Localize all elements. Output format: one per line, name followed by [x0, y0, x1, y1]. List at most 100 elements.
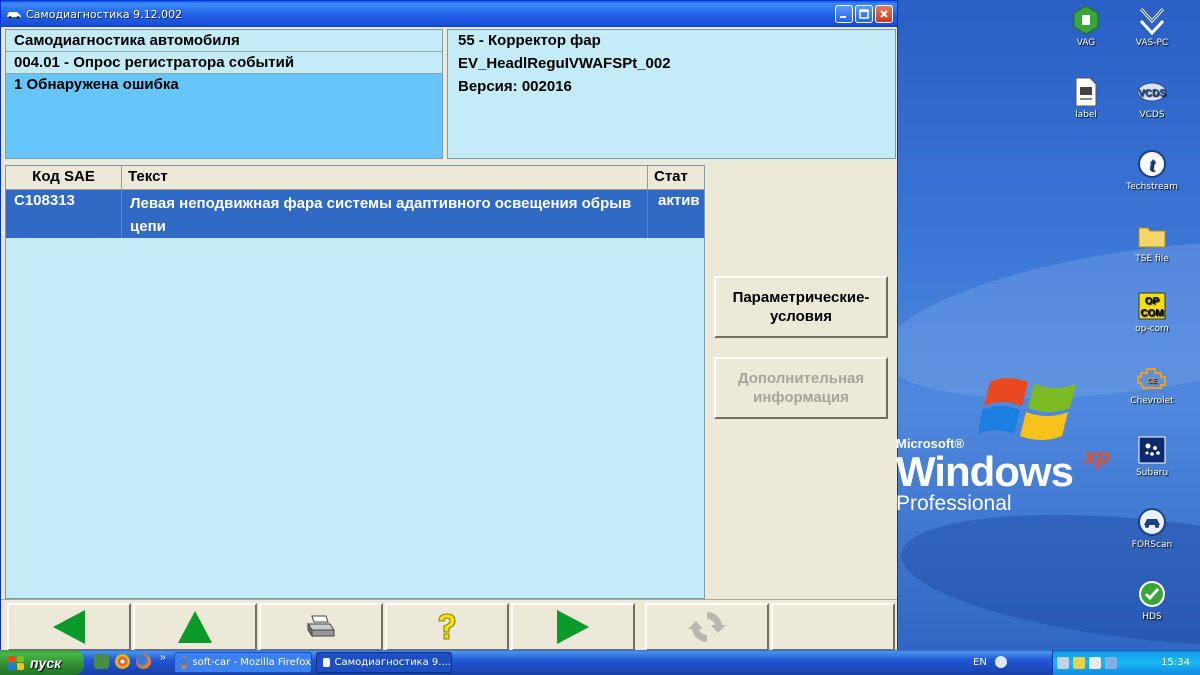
taskbar-item-diagnostics[interactable]: Самодиагностика 9....	[316, 652, 452, 673]
minimize-button[interactable]	[835, 5, 853, 23]
quick-launch	[94, 654, 151, 669]
control-unit-name: 55 - Корректор фар	[458, 32, 601, 49]
car-icon	[323, 658, 330, 667]
up-arrow-icon	[178, 611, 212, 643]
start-label: пуск	[30, 654, 62, 671]
vas-pc-icon	[1136, 4, 1168, 36]
svg-text:VCDS: VCDS	[1138, 88, 1166, 99]
techstream-icon: t	[1136, 148, 1168, 180]
task-label: soft-car - Mozilla Firefox	[192, 657, 311, 668]
svg-text:COM: COM	[1140, 308, 1163, 319]
control-unit-version: Версия: 002016	[458, 78, 572, 95]
firefox-icon[interactable]	[136, 654, 151, 669]
start-button[interactable]: пуск	[0, 650, 84, 675]
desktop-icon-label: VAS-PC	[1135, 38, 1169, 48]
desktop-icon-label: TSE file	[1135, 254, 1169, 264]
volume-icon[interactable]	[1089, 656, 1101, 669]
control-unit-info-panel: 55 - Корректор фар EV_HeadlReguIVWAFSPt_…	[447, 29, 896, 159]
windows-flag-icon	[978, 378, 1076, 440]
folder-icon	[1136, 220, 1168, 252]
printer-icon	[307, 615, 335, 638]
column-header-status[interactable]: Стат	[648, 166, 704, 190]
up-button[interactable]	[133, 603, 257, 651]
vag-icon	[1070, 4, 1102, 36]
taskbar: пуск » soft-car - Mozilla Firefox Самоди…	[0, 650, 1200, 675]
forscan-icon	[1136, 506, 1168, 538]
task-label: Самодиагностика 9....	[334, 657, 451, 668]
desktop-icon-label: FORScan	[1131, 540, 1173, 550]
desktop-icon-label: op-com	[1135, 324, 1169, 334]
car-icon	[6, 8, 22, 20]
network-icon[interactable]	[1057, 656, 1069, 669]
back-arrow-icon	[53, 610, 85, 644]
svg-text:CE: CE	[1147, 378, 1157, 385]
empty-toolbar-button[interactable]	[771, 603, 895, 651]
connection-icon[interactable]	[1105, 656, 1117, 669]
subaru-icon	[1136, 434, 1168, 466]
help-icon	[438, 613, 456, 640]
svg-text:OP: OP	[1145, 296, 1160, 307]
desktop-icon-label: HDS	[1142, 612, 1162, 622]
desktop-icon-label: Techstream	[1126, 182, 1178, 192]
show-desktop-icon[interactable]	[94, 654, 109, 669]
additional-info-button[interactable]: Дополнительная информация	[714, 357, 888, 419]
windows-xp-logo: Microsoft® Windows xp Professional	[896, 372, 1136, 515]
table-row[interactable]: C108313 Левая неподвижная фара системы а…	[6, 190, 704, 238]
engine-check-icon: CE	[1136, 362, 1168, 394]
tray-expand-icon[interactable]	[995, 656, 1007, 668]
firefox-icon	[181, 656, 188, 669]
desktop-icon-techstream[interactable]: t Techstream	[1116, 148, 1188, 192]
desktop-icon-hds[interactable]: HDS	[1116, 578, 1188, 622]
language-indicator[interactable]: EN	[973, 657, 987, 668]
side-button-panel: Параметрические- условия Дополнительная …	[706, 165, 897, 599]
op-com-icon: OP COM	[1136, 290, 1168, 322]
document-icon	[1070, 76, 1102, 108]
security-icon[interactable]	[1073, 656, 1085, 669]
column-header-text[interactable]: Текст	[122, 166, 648, 190]
back-button[interactable]	[7, 603, 131, 651]
desktop-icon-op-com[interactable]: OP COM op-com	[1116, 290, 1188, 334]
diagnostics-window: Самодиагностика 9.12.002 Самодиагностика…	[0, 0, 898, 651]
title-bar[interactable]: Самодиагностика 9.12.002	[1, 1, 897, 27]
refresh-button[interactable]	[645, 603, 769, 651]
forward-arrow-icon	[557, 610, 589, 644]
desktop-icon-vag[interactable]: VAG	[1050, 4, 1122, 48]
window-title: Самодиагностика 9.12.002	[26, 7, 183, 21]
taskbar-item-firefox[interactable]: soft-car - Mozilla Firefox	[174, 652, 312, 673]
vcds-icon: VCDS	[1136, 76, 1168, 108]
print-button[interactable]	[259, 603, 383, 651]
forward-button[interactable]	[511, 603, 635, 651]
clock[interactable]: 15:34	[1161, 657, 1190, 668]
fault-code: C108313	[6, 190, 122, 238]
chrome-icon[interactable]	[115, 654, 130, 669]
windows-text: Windows	[896, 448, 1074, 495]
desktop-icon-vas-pc[interactable]: VAS-PC	[1116, 4, 1188, 48]
diagnostic-path-panel: Самодиагностика автомобиля 004.01 - Опро…	[5, 29, 443, 159]
path-line-3[interactable]: 1 Обнаружена ошибка	[6, 74, 442, 158]
close-button[interactable]	[875, 5, 893, 23]
fault-table: Код SAE Текст Стат C108313 Левая неподви…	[5, 165, 705, 599]
table-header: Код SAE Текст Стат	[6, 166, 704, 190]
bottom-toolbar	[1, 599, 897, 651]
maximize-button[interactable]	[855, 5, 873, 23]
quick-launch-more-icon[interactable]: »	[160, 652, 166, 663]
xp-text: xp	[1084, 444, 1110, 469]
path-line-1: Самодиагностика автомобиля	[6, 30, 442, 52]
help-button[interactable]	[385, 603, 509, 651]
column-header-code[interactable]: Код SAE	[6, 166, 122, 190]
desktop-icon-forscan[interactable]: FORScan	[1116, 506, 1188, 550]
edition-text: Professional	[896, 492, 1012, 515]
refresh-icon	[688, 611, 726, 643]
desktop-icon-label: Chevrolet	[1130, 396, 1174, 406]
parametric-conditions-label: Параметрические- условия	[732, 289, 870, 325]
parametric-conditions-button[interactable]: Параметрические- условия	[714, 276, 888, 338]
desktop-icon-label: Subaru	[1135, 468, 1169, 478]
desktop-icon-vcds[interactable]: VCDS VCDS	[1116, 76, 1188, 120]
desktop-icon-label: VCDS	[1139, 110, 1165, 120]
fault-status: актив	[658, 192, 700, 209]
desktop-icon-tse-file[interactable]: TSE file	[1116, 220, 1188, 264]
path-line-2: 004.01 - Опрос регистратора событий	[6, 52, 442, 74]
desktop-icon-label-file[interactable]: label	[1050, 76, 1122, 120]
windows-flag-icon	[8, 655, 24, 670]
fault-text: Левая неподвижная фара системы адаптивно…	[122, 190, 648, 238]
